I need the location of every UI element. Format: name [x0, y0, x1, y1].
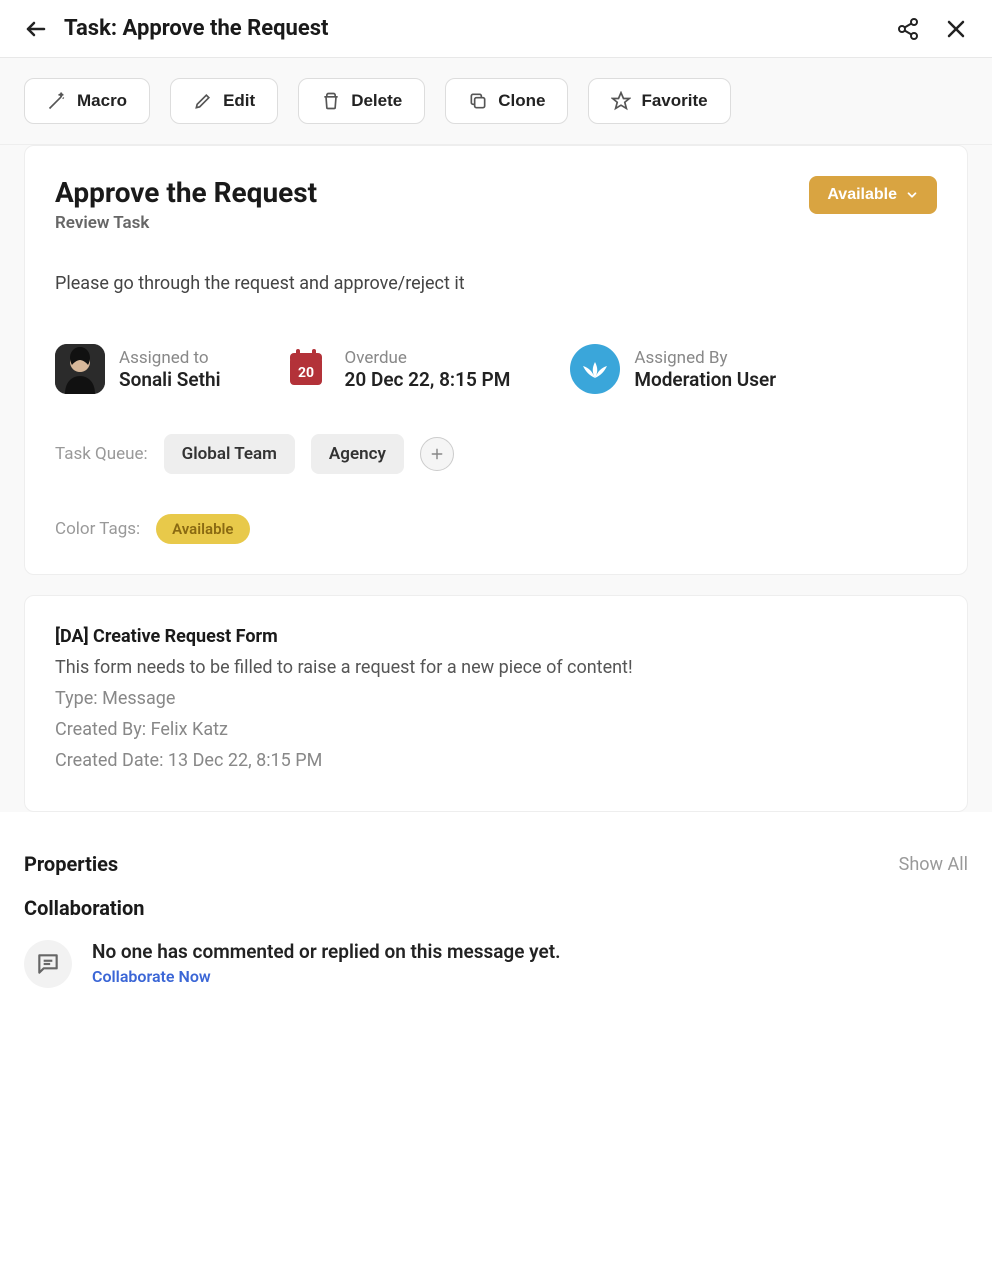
action-toolbar: Macro Edit Delete Clone Favorite	[0, 58, 992, 145]
assigned-by: Assigned By Moderation User	[570, 344, 776, 394]
close-button[interactable]	[944, 17, 968, 41]
overdue-value: 20 Dec 22, 8:15 PM	[345, 368, 511, 391]
back-button[interactable]	[24, 17, 48, 41]
calendar-icon: 20	[281, 344, 331, 394]
favorite-label: Favorite	[641, 91, 707, 111]
chat-icon	[24, 940, 72, 988]
form-created-date: Created Date: 13 Dec 22, 8:15 PM	[55, 750, 937, 771]
overdue: 20 Overdue 20 Dec 22, 8:15 PM	[281, 344, 511, 394]
collaboration-title: Collaboration	[24, 896, 968, 920]
share-icon	[896, 17, 920, 41]
color-tag[interactable]: Available	[156, 514, 249, 544]
brand-icon	[570, 344, 620, 394]
clone-icon	[468, 91, 488, 111]
request-form-card: [DA] Creative Request Form This form nee…	[24, 595, 968, 812]
chevron-down-icon	[905, 188, 919, 202]
assignee-avatar	[55, 344, 105, 394]
page-title: Task: Approve the Request	[64, 16, 896, 41]
task-title: Approve the Request	[55, 176, 317, 209]
properties-section: Properties Show All	[0, 832, 992, 896]
edit-label: Edit	[223, 91, 255, 111]
edit-button[interactable]: Edit	[170, 78, 278, 124]
show-all-link[interactable]: Show All	[899, 854, 968, 875]
plus-icon	[430, 447, 444, 461]
collab-empty-text: No one has commented or replied on this …	[92, 940, 561, 963]
arrow-left-icon	[24, 17, 48, 41]
assigned-to-value: Sonali Sethi	[119, 368, 221, 391]
color-tags-label: Color Tags:	[55, 519, 140, 539]
delete-label: Delete	[351, 91, 402, 111]
macro-label: Macro	[77, 91, 127, 111]
form-title: [DA] Creative Request Form	[55, 626, 937, 647]
wand-icon	[47, 91, 67, 111]
page-header: Task: Approve the Request	[0, 0, 992, 58]
svg-text:20: 20	[297, 365, 313, 381]
status-label: Available	[827, 186, 897, 204]
task-queue-row: Task Queue: Global Team Agency	[55, 434, 937, 474]
star-icon	[611, 91, 631, 111]
form-type: Type: Message	[55, 688, 937, 709]
share-button[interactable]	[896, 17, 920, 41]
assigned-to: Assigned to Sonali Sethi	[55, 344, 221, 394]
queue-chip[interactable]: Global Team	[164, 434, 295, 474]
task-card: Approve the Request Review Task Availabl…	[24, 145, 968, 575]
close-icon	[944, 17, 968, 41]
task-description: Please go through the request and approv…	[55, 273, 937, 294]
pencil-icon	[193, 91, 213, 111]
task-queue-label: Task Queue:	[55, 444, 148, 464]
favorite-button[interactable]: Favorite	[588, 78, 730, 124]
color-tags-row: Color Tags: Available	[55, 514, 937, 544]
trash-icon	[321, 91, 341, 111]
form-desc: This form needs to be filled to raise a …	[55, 657, 937, 678]
queue-chip[interactable]: Agency	[311, 434, 404, 474]
add-queue-button[interactable]	[420, 437, 454, 471]
task-subtitle: Review Task	[55, 213, 317, 233]
macro-button[interactable]: Macro	[24, 78, 150, 124]
status-dropdown[interactable]: Available	[809, 176, 937, 214]
assigned-by-label: Assigned By	[634, 348, 776, 368]
overdue-label: Overdue	[345, 348, 511, 368]
form-created-by: Created By: Felix Katz	[55, 719, 937, 740]
assigned-by-value: Moderation User	[634, 368, 776, 391]
properties-title: Properties	[24, 852, 118, 876]
clone-button[interactable]: Clone	[445, 78, 568, 124]
collaboration-section: Collaboration No one has commented or re…	[0, 896, 992, 1028]
assigned-to-label: Assigned to	[119, 348, 221, 368]
clone-label: Clone	[498, 91, 545, 111]
delete-button[interactable]: Delete	[298, 78, 425, 124]
collaborate-now-link[interactable]: Collaborate Now	[92, 967, 211, 986]
